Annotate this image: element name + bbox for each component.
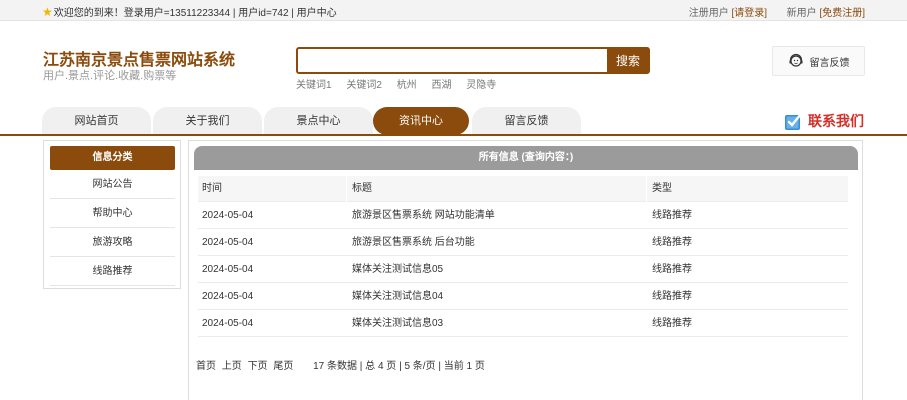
hot-keywords: 关键词1 关键词2 杭州 西湖 灵隐寺 <box>296 76 508 91</box>
welcome-text: 欢迎您的到来！登录用户=13511223344 | 用户id=742 | 用户中… <box>53 8 337 19</box>
cell-type: 线路推荐 <box>652 237 692 248</box>
pager-first-link[interactable]: 首页 <box>196 361 216 372</box>
feedback-button[interactable]: 留言反馈 <box>772 46 865 76</box>
nav-home[interactable]: 网站首页 <box>42 107 151 135</box>
category-sidebar: 信息分类 网站公告 帮助中心 旅游攻略 线路推荐 <box>43 140 181 289</box>
keyword-link[interactable]: 杭州 <box>397 80 417 91</box>
pager-prev-link[interactable]: 上页 <box>222 361 242 372</box>
sidebar-item-route[interactable]: 线路推荐 <box>50 258 175 286</box>
welcome-area: ★ 欢迎您的到来！登录用户=13511223344 | 用户id=742 | 用… <box>42 4 337 20</box>
sidebar-item-help[interactable]: 帮助中心 <box>50 200 175 228</box>
keyword-link[interactable]: 西湖 <box>431 80 451 91</box>
column-header-time: 时间 <box>202 183 222 194</box>
headset-icon <box>789 53 802 67</box>
cell-type: 线路推荐 <box>652 264 692 275</box>
cell-title-link[interactable]: 旅游景区售票系统 后台功能 <box>352 229 475 256</box>
pager-last-link[interactable]: 尾页 <box>273 361 293 372</box>
cell-time: 2024-05-04 <box>202 264 254 275</box>
keyword-link[interactable]: 灵隐寺 <box>466 80 496 91</box>
table-row[interactable]: 2024-05-04 媒体关注测试信息05 线路推荐 <box>198 256 848 283</box>
table-row[interactable]: 2024-05-04 媒体关注测试信息04 线路推荐 <box>198 283 848 310</box>
feedback-label: 留言反馈 <box>809 57 850 69</box>
contact-us-link[interactable]: 联系我们 <box>784 111 864 131</box>
cell-title-link[interactable]: 媒体关注测试信息05 <box>352 256 443 283</box>
table-row[interactable]: 2024-05-04 旅游景区售票系统 后台功能 线路推荐 <box>198 229 848 256</box>
table-row[interactable]: 2024-05-04 旅游景区售票系统 网站功能清单 线路推荐 <box>198 202 848 229</box>
column-header-type: 类型 <box>652 183 672 194</box>
cell-time: 2024-05-04 <box>202 291 254 302</box>
nav-divider <box>0 134 907 136</box>
sidebar-item-travel-guide[interactable]: 旅游攻略 <box>50 229 175 257</box>
nav-news[interactable]: 资讯中心 <box>373 107 469 135</box>
sidebar-item-announcement[interactable]: 网站公告 <box>50 171 175 199</box>
login-link[interactable]: [请登录] <box>732 8 768 19</box>
new-user-prefix: 新用户 <box>786 8 817 19</box>
cell-title-link[interactable]: 媒体关注测试信息03 <box>352 310 443 337</box>
register-prefix: 注册用户 <box>688 8 729 19</box>
search-input[interactable] <box>298 49 608 72</box>
table-row[interactable]: 2024-05-04 媒体关注测试信息03 线路推荐 <box>198 310 848 337</box>
news-panel: 所有信息 (查询内容：) 时间 标题 类型 2024-05-04 旅游景区售票系… <box>188 140 863 400</box>
top-bar: ★ 欢迎您的到来！登录用户=13511223344 | 用户id=742 | 用… <box>0 0 907 21</box>
cell-title-link[interactable]: 旅游景区售票系统 网站功能清单 <box>352 202 495 229</box>
cell-time: 2024-05-04 <box>202 237 254 248</box>
cell-time: 2024-05-04 <box>202 210 254 221</box>
column-header-title: 标题 <box>352 183 372 194</box>
panel-title: 所有信息 (查询内容：) <box>194 146 858 170</box>
cell-time: 2024-05-04 <box>202 318 254 329</box>
free-register-link[interactable]: [免费注册] <box>819 8 865 19</box>
cell-type: 线路推荐 <box>652 291 692 302</box>
checkbox-icon <box>785 112 803 130</box>
pager-next-link[interactable]: 下页 <box>248 361 268 372</box>
news-table: 时间 标题 类型 2024-05-04 旅游景区售票系统 网站功能清单 线路推荐… <box>198 176 848 337</box>
sidebar-title: 信息分类 <box>50 146 175 170</box>
site-subtitle: 用户.景点.评论.收藏.购票等 <box>43 70 177 82</box>
keyword-link[interactable]: 关键词2 <box>346 80 382 91</box>
search-box: 搜索 <box>296 47 650 74</box>
cell-type: 线路推荐 <box>652 318 692 329</box>
account-links: 注册用户 [请登录] 新用户 [免费注册] <box>689 4 865 19</box>
search-button[interactable]: 搜索 <box>607 48 649 73</box>
cell-title-link[interactable]: 媒体关注测试信息04 <box>352 283 443 310</box>
pagination: 首页 上页 下页 尾页 17 条数据 | 总 4 页 | 5 条/页 | 当前 … <box>196 357 485 372</box>
contact-us-label: 联系我们 <box>808 113 864 129</box>
nav-feedback[interactable]: 留言反馈 <box>472 107 581 135</box>
table-header: 时间 标题 类型 <box>198 176 848 202</box>
keyword-link[interactable]: 关键词1 <box>296 80 332 91</box>
cell-type: 线路推荐 <box>652 210 692 221</box>
star-icon: ★ <box>42 4 53 19</box>
pager-info: 17 条数据 | 总 4 页 | 5 条/页 | 当前 1 页 <box>313 361 485 372</box>
nav-about[interactable]: 关于我们 <box>153 107 262 135</box>
nav-attractions[interactable]: 景点中心 <box>264 107 373 135</box>
